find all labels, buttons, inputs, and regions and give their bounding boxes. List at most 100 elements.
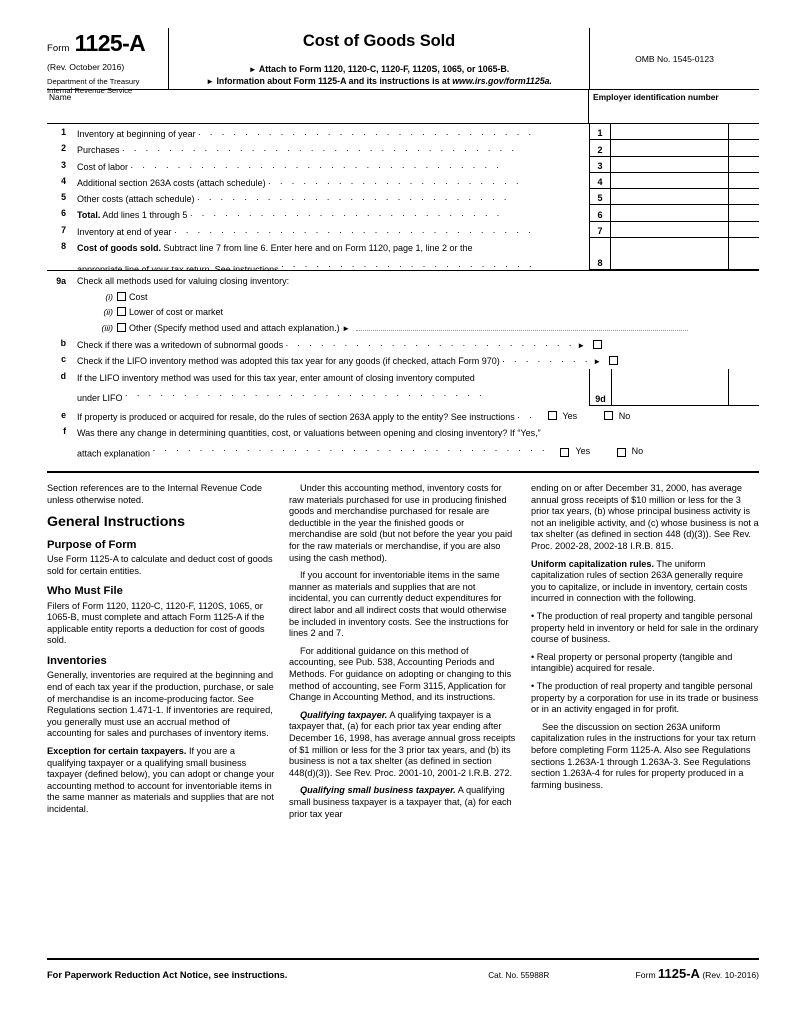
amount-input[interactable] — [611, 189, 729, 206]
line-description: If the LIFO inventory method was used fo… — [77, 373, 475, 384]
page-title: Cost of Goods Sold — [302, 32, 456, 50]
checkbox-lifo-adopted[interactable] — [608, 355, 618, 365]
col2-paragraph-3: For additional guidance on this method o… — [289, 645, 512, 703]
table-row: 5 Other costs (attach schedule) . . . . … — [47, 189, 759, 206]
table-row: 3 Cost of labor . . . . . . . . . . . . … — [47, 156, 759, 173]
method-option-lower-of-cost-or-market[interactable]: (ii) Lower of cost or market — [47, 305, 759, 321]
instructions-column-1: Section references are to the Internal R… — [47, 483, 275, 955]
exception-lead: Exception for certain taxpayers. — [47, 745, 187, 756]
footer-form-word: Form — [635, 970, 656, 980]
line-number: d — [60, 371, 66, 382]
checkbox-9e-yes[interactable] — [547, 411, 557, 421]
other-method-input[interactable] — [355, 323, 688, 331]
method-option-cost[interactable]: (i) Cost — [47, 290, 759, 306]
instructions-area: Section references are to the Internal R… — [47, 483, 759, 955]
line-9e-row: e If property is produced or acquired fo… — [47, 408, 759, 424]
footer-form-number: 1125-A — [658, 966, 700, 981]
amount-input[interactable] — [611, 205, 729, 222]
triangle-right-icon: ► — [577, 341, 586, 351]
triangle-right-icon: ► — [342, 323, 351, 333]
form-revision-date: (Rev. October 2016) — [47, 62, 125, 72]
line-number: f — [63, 425, 66, 436]
line-description: Inventory at beginning of year . . . . .… — [77, 127, 535, 139]
section-references-note: Section references are to the Internal R… — [47, 483, 263, 505]
line-description: Inventory at end of year . . . . . . . .… — [77, 224, 535, 237]
line-number: b — [60, 338, 66, 349]
checkbox-writedown-subnormal-goods[interactable] — [592, 340, 602, 350]
leader-dots: . . . . . . . . . . . . . . . . . . . . … — [281, 258, 535, 269]
cents-input[interactable] — [729, 173, 759, 190]
paperwork-reduction-notice: For Paperwork Reduction Act Notice, see … — [47, 970, 288, 980]
instructions-column-3: ending on or after December 31, 2000, ha… — [531, 483, 759, 955]
inventories-body: Generally, inventories are required at t… — [47, 670, 274, 739]
amount-input[interactable] — [611, 140, 729, 157]
line-box-number: 1 — [589, 124, 611, 141]
yes-label: Yes — [562, 410, 578, 421]
cents-input[interactable] — [729, 124, 759, 141]
line-number: 6 — [61, 208, 66, 219]
checkbox-other-method[interactable] — [117, 322, 126, 332]
leader-dots: . . . . . . . . . . . . . . . . . . . . … — [174, 224, 535, 235]
department-line-2: Internal Revenue Service — [47, 85, 133, 95]
amount-input[interactable] — [611, 156, 729, 173]
amount-input-9d[interactable] — [611, 369, 729, 407]
line-number: 3 — [61, 159, 66, 170]
method-option-other[interactable]: (iii) Other (Specify method used and atta… — [47, 321, 759, 337]
qualifying-taxpayer-lead: Qualifying taxpayer. — [300, 709, 388, 720]
triangle-right-icon: ► — [593, 356, 602, 366]
section-divider — [47, 471, 759, 474]
col3-final-paragraph: See the discussion on section 263A unifo… — [531, 721, 756, 790]
line-description: Check all methods used for valuing closi… — [77, 276, 290, 287]
leader-dots: . . . . . . . . — [502, 353, 591, 364]
leader-dots: . . . . . . . . . . . . . . . . . . . . … — [122, 143, 518, 154]
line-description: Purchases . . . . . . . . . . . . . . . … — [77, 143, 518, 156]
line-description: Total. Add lines 1 through 5 . . . . . .… — [77, 208, 503, 221]
line-9-section: 9a Check all methods used for valuing cl… — [47, 274, 759, 462]
cents-input[interactable] — [729, 189, 759, 206]
cents-input[interactable] — [729, 222, 759, 239]
catalog-number: Cat. No. 55988R — [488, 971, 550, 980]
attach-instruction: Attach to Form 1120, 1120-C, 1120-F, 112… — [258, 64, 510, 74]
table-row: 4 Additional section 263A costs (attach … — [47, 172, 759, 190]
cogs-lines-table: 1 Inventory at beginning of year . . . .… — [47, 124, 759, 272]
amount-input[interactable] — [611, 238, 729, 271]
line-9b-row: b Check if there was a writedown of subn… — [47, 336, 759, 352]
amount-input[interactable] — [611, 124, 729, 141]
amount-input[interactable] — [611, 172, 729, 190]
line-9a-row: 9a Check all methods used for valuing cl… — [47, 274, 759, 290]
method-label: Cost — [129, 291, 148, 302]
line-bold-lead: Total. — [77, 210, 101, 221]
ein-field-cell[interactable]: Employer identification number — [589, 90, 759, 123]
checkbox-cost[interactable] — [117, 291, 126, 301]
cents-input[interactable] — [729, 205, 759, 222]
leader-dots: . . . . . . . . . . . . . . . . . . . . … — [152, 443, 548, 454]
triangle-right-icon: ► — [206, 77, 214, 86]
line-number: e — [61, 410, 66, 421]
no-label: No — [631, 446, 644, 457]
footer-form-revision: (Rev. 10-2016) — [702, 970, 759, 980]
checkbox-lower-of-cost-or-market[interactable] — [117, 307, 126, 317]
checkbox-9f-no[interactable] — [616, 447, 626, 457]
checkbox-9e-no[interactable] — [603, 411, 613, 421]
table-row: 1 Inventory at beginning of year . . . .… — [47, 124, 759, 141]
table-row: 6 Total. Add lines 1 through 5 . . . . .… — [47, 205, 759, 222]
method-label: Other (Specify method used and attach ex… — [129, 322, 340, 333]
col3-paragraph-1: ending on or after December 31, 2000, ha… — [531, 483, 759, 552]
checkbox-9f-yes[interactable] — [560, 447, 570, 457]
line-box-number: 5 — [589, 189, 611, 206]
form-title-block: Cost of Goods Sold ► Attach to Form 1120… — [169, 28, 589, 89]
bullet-item: • The production of real property and ta… — [531, 680, 759, 715]
heading-general-instructions: General Instructions — [47, 514, 185, 531]
cents-input[interactable] — [729, 157, 759, 173]
line-number: 9a — [56, 276, 66, 287]
form-word-label: Form — [47, 43, 70, 54]
amount-input[interactable] — [611, 221, 729, 239]
line-9d-row: d If the LIFO inventory method was used … — [47, 369, 759, 407]
form-number: 1125-A — [74, 30, 146, 56]
cents-input-9d[interactable] — [729, 369, 759, 407]
cents-input[interactable] — [729, 140, 759, 157]
omb-number: OMB No. 1545-0123 — [635, 53, 714, 64]
ein-label: Employer identification number — [593, 92, 719, 102]
cents-input[interactable] — [729, 238, 759, 271]
form-identity-block: Form 1125-A (Rev. October 2016) Departme… — [47, 28, 169, 95]
